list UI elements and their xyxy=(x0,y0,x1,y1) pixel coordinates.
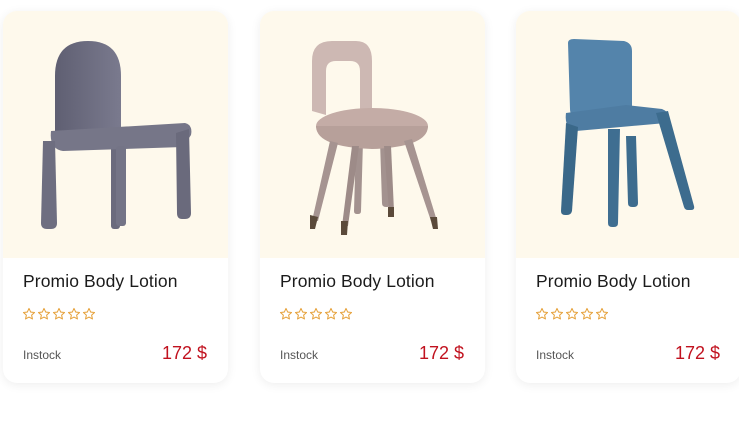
stock-status: Instock xyxy=(536,348,575,362)
product-card[interactable]: Promio Body Lotion Instock 172 $ xyxy=(260,11,485,383)
star-outline-icon xyxy=(565,307,579,320)
star-outline-icon xyxy=(309,307,323,320)
star-outline-icon xyxy=(67,307,81,320)
star-outline-icon xyxy=(82,307,96,320)
star-outline-icon xyxy=(22,307,36,320)
product-card[interactable]: Promio Body Lotion Instock 172 $ xyxy=(3,11,228,383)
star-outline-icon xyxy=(279,307,293,320)
product-price: 172 $ xyxy=(674,343,720,363)
star-outline-icon xyxy=(339,307,353,320)
product-image[interactable] xyxy=(516,11,739,258)
rating-stars xyxy=(535,307,609,321)
pink-velvet-chair-image xyxy=(310,41,438,235)
rating-stars xyxy=(279,307,353,321)
product-title[interactable]: Promio Body Lotion xyxy=(536,271,691,292)
blue-modern-chair-image xyxy=(561,39,695,227)
star-outline-icon xyxy=(535,307,549,320)
rating-stars xyxy=(22,307,96,321)
star-outline-icon xyxy=(595,307,609,320)
grey-upholstered-chair-image xyxy=(41,41,192,229)
star-outline-icon xyxy=(52,307,66,320)
product-title[interactable]: Promio Body Lotion xyxy=(23,271,178,292)
stock-status: Instock xyxy=(280,348,319,362)
product-price: 172 $ xyxy=(161,343,207,363)
product-title[interactable]: Promio Body Lotion xyxy=(280,271,435,292)
star-outline-icon xyxy=(37,307,51,320)
star-outline-icon xyxy=(324,307,338,320)
star-outline-icon xyxy=(294,307,308,320)
product-image[interactable] xyxy=(260,11,485,258)
star-outline-icon xyxy=(580,307,594,320)
product-price: 172 $ xyxy=(418,343,464,363)
product-image[interactable] xyxy=(3,11,228,258)
product-card[interactable]: Promio Body Lotion Instock 172 $ xyxy=(516,11,739,383)
stock-status: Instock xyxy=(23,348,62,362)
star-outline-icon xyxy=(550,307,564,320)
product-grid: Promio Body Lotion Instock 172 $ Promio … xyxy=(0,0,739,428)
